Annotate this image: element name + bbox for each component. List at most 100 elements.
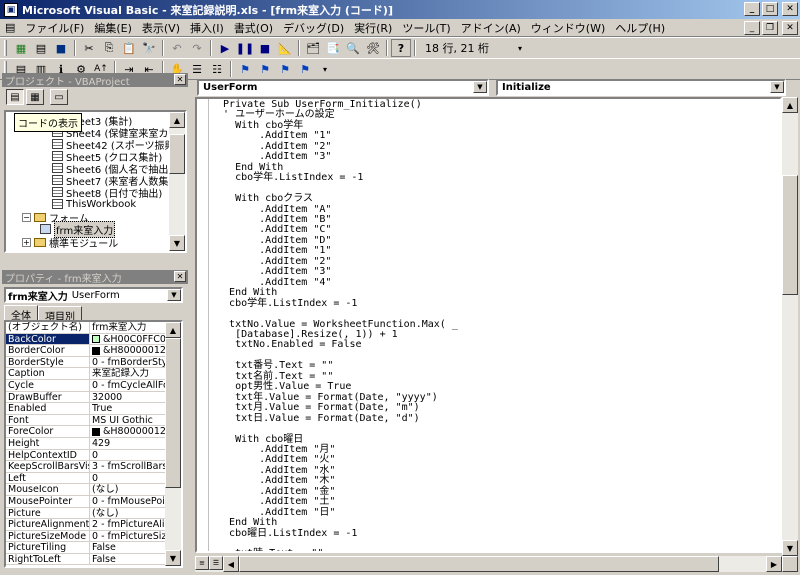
property-row[interactable]: Cycle 0 - fmCycleAllForm — [6, 379, 181, 392]
minimize-button[interactable]: _ — [744, 2, 760, 16]
uncomment-block-icon[interactable]: ☷ — [207, 60, 227, 78]
toolbar-grip[interactable] — [4, 40, 7, 56]
properties-scrollbar[interactable]: ▲ ▼ — [165, 322, 181, 566]
menu-help[interactable]: ヘルプ(H) — [610, 20, 670, 36]
scroll-down-icon[interactable]: ▼ — [165, 550, 181, 566]
expand-icon[interactable]: + — [22, 237, 31, 247]
property-row[interactable]: Picture (なし) — [6, 507, 181, 520]
property-row[interactable]: (オブジェクト名) frm来室入力 — [6, 322, 181, 334]
tree-item-sheet8[interactable]: Sheet8 (日付で抽出) — [52, 186, 162, 200]
toolbar-options-icon[interactable]: ▾ — [510, 39, 530, 57]
menu-debug[interactable]: デバッグ(D) — [278, 20, 349, 36]
chevron-down-icon[interactable]: ▼ — [473, 81, 487, 93]
project-tree-scrollbar[interactable]: ▲ ▼ — [169, 112, 185, 251]
property-row[interactable]: BorderStyle 0 - fmBorderStyleN — [6, 356, 181, 369]
collapse-icon[interactable]: − — [22, 212, 31, 222]
copy-icon[interactable]: ⎘ — [99, 39, 119, 57]
project-explorer-icon[interactable]: 🗂 — [303, 39, 323, 57]
full-module-view-icon[interactable]: ☰ — [209, 556, 223, 570]
toggle-folders-icon[interactable]: ▭ — [50, 89, 68, 105]
property-row[interactable]: KeepScrollBarsVisib3 - fmScrollBarsBo — [6, 461, 181, 473]
code-vertical-scrollbar[interactable]: ▲ ▼ — [782, 97, 798, 556]
procedure-combo[interactable]: Initialize ▼ — [496, 79, 786, 96]
mdi-restore-button[interactable]: ❐ — [762, 21, 778, 35]
property-row[interactable]: PictureTiling False — [6, 542, 181, 554]
find-icon[interactable]: 🔭 — [139, 39, 159, 57]
menu-file[interactable]: ファイル(F) — [20, 20, 89, 36]
menu-run[interactable]: 実行(R) — [349, 20, 397, 36]
menu-addins[interactable]: アドイン(A) — [456, 20, 526, 36]
property-row[interactable]: Font MS UI Gothic — [6, 414, 181, 427]
toggle-bookmark-icon[interactable]: ⚑ — [235, 60, 255, 78]
break-icon[interactable]: ❚❚ — [235, 39, 255, 57]
property-row[interactable]: BorderColor &H80000012& — [6, 345, 181, 357]
insert-userform-icon[interactable]: ▤ — [31, 39, 51, 57]
procedure-view-icon[interactable]: ≡ — [195, 556, 209, 570]
menu-insert[interactable]: 挿入(I) — [185, 20, 229, 36]
maximize-button[interactable]: □ — [762, 2, 778, 16]
code-horizontal-scrollbar[interactable]: ≡ ☰ ◀ ▶ — [195, 556, 782, 572]
close-project-explorer-button[interactable]: ✕ — [174, 74, 186, 85]
view-excel-icon[interactable]: ▦ — [11, 39, 31, 57]
margin-indicator-bar[interactable] — [197, 99, 209, 551]
property-row[interactable]: MousePointer 0 - fmMousePointe — [6, 495, 181, 508]
close-button[interactable]: ✕ — [782, 2, 798, 16]
reset-icon[interactable]: ■ — [255, 39, 275, 57]
view-object-icon[interactable]: ▦ — [26, 89, 44, 105]
design-mode-icon[interactable]: 📐 — [275, 39, 295, 57]
cut-icon[interactable]: ✂ — [79, 39, 99, 57]
scroll-up-icon[interactable]: ▲ — [165, 322, 181, 338]
property-row[interactable]: HelpContextID 0 — [6, 449, 181, 462]
scroll-thumb[interactable] — [165, 338, 181, 488]
scroll-left-icon[interactable]: ◀ — [223, 556, 239, 572]
property-row[interactable]: RightToLeft False — [6, 553, 181, 566]
chevron-down-icon[interactable]: ▼ — [770, 81, 784, 93]
property-row[interactable]: DrawBuffer 32000 — [6, 391, 181, 404]
property-row[interactable]: BackColor &H00C0FFC0& — [6, 333, 181, 346]
property-row[interactable]: PictureAlignment 2 - fmPictureAlign — [6, 519, 181, 531]
menu-view[interactable]: 表示(V) — [137, 20, 185, 36]
scroll-down-icon[interactable]: ▼ — [782, 540, 798, 556]
menu-edit[interactable]: 編集(E) — [89, 20, 137, 36]
tree-item-thisworkbook[interactable]: ThisWorkbook — [52, 198, 136, 210]
scroll-down-icon[interactable]: ▼ — [169, 235, 185, 251]
scroll-thumb[interactable] — [782, 175, 798, 295]
next-bookmark-icon[interactable]: ⚑ — [255, 60, 275, 78]
scroll-thumb[interactable] — [169, 134, 185, 174]
vba-app-icon[interactable]: ▣ — [4, 2, 18, 17]
tree-item-frm-form[interactable]: frm来室入力 — [40, 220, 116, 238]
toolbar-options-icon[interactable]: ▾ — [315, 60, 335, 78]
clear-bookmarks-icon[interactable]: ⚑ — [295, 60, 315, 78]
menu-tools[interactable]: ツール(T) — [397, 20, 455, 36]
property-row[interactable]: Left 0 — [6, 472, 181, 485]
object-combo[interactable]: UserForm ▼ — [197, 79, 489, 96]
scroll-right-icon[interactable]: ▶ — [766, 556, 782, 572]
document-menu-icon[interactable]: ▤ — [0, 21, 20, 34]
code-editor[interactable]: Private Sub UserForm_Initialize() ' ユーザー… — [195, 97, 782, 553]
scroll-up-icon[interactable]: ▲ — [169, 112, 185, 128]
chevron-down-icon[interactable]: ▼ — [167, 289, 181, 301]
menu-window[interactable]: ウィンドウ(W) — [526, 20, 610, 36]
property-row[interactable]: ForeColor &H80000012& — [6, 426, 181, 438]
redo-icon[interactable]: ↷ — [187, 39, 207, 57]
properties-object-combo[interactable]: frm来室入力 UserForm ▼ — [4, 287, 183, 303]
mdi-minimize-button[interactable]: _ — [744, 21, 760, 35]
undo-icon[interactable]: ↶ — [167, 39, 187, 57]
scroll-thumb[interactable] — [239, 556, 719, 572]
properties-window-icon[interactable]: 📑 — [323, 39, 343, 57]
object-browser-icon[interactable]: 🔍 — [343, 39, 363, 57]
mdi-close-button[interactable]: ✕ — [782, 21, 798, 35]
tree-item-modules-folder[interactable]: + 標準モジュール — [22, 236, 118, 250]
run-icon[interactable]: ▶ — [215, 39, 235, 57]
close-properties-button[interactable]: ✕ — [174, 271, 186, 282]
property-row[interactable]: Caption 来室記録入力 — [6, 368, 181, 380]
property-row[interactable]: Enabled True — [6, 403, 181, 415]
view-code-icon[interactable]: ▤ — [6, 89, 24, 105]
property-row[interactable]: MouseIcon (なし) — [6, 484, 181, 496]
comment-block-icon[interactable]: ☰ — [187, 60, 207, 78]
property-row[interactable]: Height 429 — [6, 437, 181, 450]
paste-icon[interactable]: 📋 — [119, 39, 139, 57]
help-icon[interactable]: ? — [391, 39, 411, 57]
toolbox-icon[interactable]: 🛠 — [363, 39, 383, 57]
property-row[interactable]: PictureSizeMode 0 - fmPictureSizeM — [6, 530, 181, 543]
